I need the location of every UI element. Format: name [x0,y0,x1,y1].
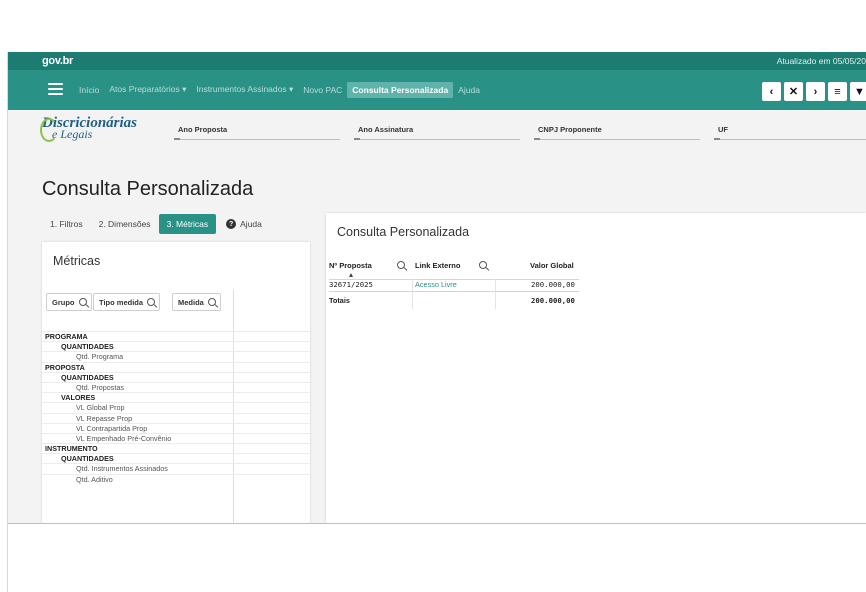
filter-bar: Discricionárias e Legais Ano Proposta An… [8,110,866,154]
results-panel: Consulta Personalizada Nº Proposta Link … [326,213,866,524]
filter-ano-assinatura[interactable]: Ano Assinatura [354,122,520,140]
metric-item[interactable]: VL Repasse Prop [42,412,310,423]
table-divider [329,291,579,292]
cell-valor: 200.000,00 [531,280,575,289]
filter-uf[interactable]: UF [714,122,866,140]
next-button[interactable]: › [806,82,825,101]
totals-valor: 200.000,00 [531,296,575,305]
column-divider [412,279,413,309]
metric-group[interactable]: QUANTIDADES [42,453,310,463]
totals-label: Totais [329,296,350,305]
metric-item[interactable]: Qtd. Programa [42,351,310,361]
metric-group[interactable]: PROPOSTA [42,361,310,372]
sort-ascending-icon[interactable] [349,273,353,277]
brand-logo: Discricionárias e Legais [40,116,137,142]
metric-item[interactable]: Qtd. Instrumentos Assinados [42,463,310,473]
filter-label: Ano Proposta [178,125,228,134]
help-label: Ajuda [240,219,262,229]
page-title: Consulta Personalizada [42,178,254,200]
filter-label: CNPJ Proponente [538,125,602,134]
page-bottom-border [8,523,866,524]
nav-menu: Início Atos Preparatórios ▾ Instrumentos A… [74,81,485,98]
filter-ano-proposta[interactable]: Ano Proposta [174,122,340,140]
col-header-proposta[interactable]: Nº Proposta [329,261,372,270]
help-link[interactable]: ? Ajuda [226,219,262,229]
cell-proposta: 32671/2025 [329,280,373,289]
search-icon[interactable] [397,261,405,269]
nav-item-4[interactable]: Consulta Personalizada [347,81,454,98]
gov-bar: gov.br Atualizado em 05/05/20 [8,52,866,70]
search-tipo-medida[interactable]: Tipo medida [93,293,161,311]
search-icon [147,298,156,306]
metric-group[interactable]: INSTRUMENTO [42,443,310,453]
column-divider [495,279,496,309]
metric-group[interactable]: VALORES [42,392,310,402]
main-navbar: Início Atos Preparatórios ▾ Instrumentos A… [8,70,866,110]
metric-item[interactable]: VL Empenhado Pré-Convênio [42,432,310,443]
metrics-title: Métricas [53,254,101,268]
search-grupo-label: Grupo [52,298,75,307]
metric-group[interactable]: QUANTIDADES [42,341,310,351]
app-page: gov.br Atualizado em 05/05/20 Início Atos… [8,52,866,524]
update-status: Atualizado em 05/05/20 [776,56,866,66]
brand-leaf-icon [40,118,58,142]
previous-button[interactable]: ‹ [762,82,781,101]
nav-item-3[interactable]: Novo PAC [298,82,347,98]
metrics-tree: PROGRAMA QUANTIDADES Qtd. Programa PROPOSTA… [42,331,310,484]
search-icon [78,298,87,306]
metric-item[interactable]: Qtd. Aditivo [42,473,310,484]
metrics-panel: Métricas Grupo Tipo medida Medida PROGRA… [42,242,310,524]
search-icon [207,298,216,306]
col-header-link[interactable]: Link Externo [415,261,460,270]
nav-item-0[interactable]: Início [74,82,104,98]
search-medida-label: Medida [178,298,204,307]
tab-dimensoes[interactable]: 2. Dimensões [91,214,159,234]
filter-label: UF [718,125,728,134]
tab-filtros[interactable]: 1. Filtros [42,214,91,234]
col-header-valor[interactable]: Valor Global [530,261,574,270]
metric-group[interactable]: PROGRAMA [42,331,310,341]
filter-button[interactable]: ▼ [850,82,866,101]
metric-item[interactable]: VL Contrapartida Prop [42,422,310,433]
metric-item[interactable]: Qtd. Propostas [42,381,310,392]
metric-item[interactable]: VL Global Prop [42,402,310,412]
link-acesso-livre[interactable]: Acesso Livre [415,280,457,289]
tab-metricas[interactable]: 3. Métricas [158,214,217,234]
nav-item-1[interactable]: Atos Preparatórios ▾ [104,81,191,98]
question-icon: ? [226,219,237,229]
step-tabs: 1. Filtros 2. Dimensões 3. Métricas ? Aj… [42,214,262,234]
screen: gov.br Atualizado em 05/05/20 Início Atos… [0,0,866,592]
results-title: Consulta Personalizada [337,225,470,239]
hamburger-menu-icon[interactable] [48,83,63,95]
sheet-nav-buttons: ‹ ✕ › ≡ ▼ [762,82,866,101]
nav-item-2[interactable]: Instrumentos Assinados ▾ [191,81,298,98]
search-tipo-label: Tipo medida [99,298,144,307]
search-icon[interactable] [479,261,487,269]
filter-cnpj-proponente[interactable]: CNPJ Proponente [534,122,700,140]
metric-group[interactable]: QUANTIDADES [42,371,310,382]
clear-selection-button[interactable]: ✕ [784,82,803,101]
search-medida[interactable]: Medida [172,293,221,311]
nav-item-5[interactable]: Ajuda [453,82,485,98]
filter-label: Ano Assinatura [358,125,414,134]
gov-logo[interactable]: gov.br [42,55,73,67]
search-grupo[interactable]: Grupo [46,293,92,311]
menu-button[interactable]: ≡ [828,82,847,101]
